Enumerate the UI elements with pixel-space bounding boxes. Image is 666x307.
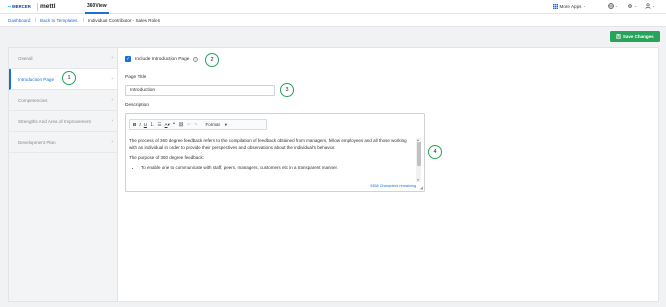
- link-icon[interactable]: ⛓: [178, 122, 184, 128]
- description-label: Description: [125, 103, 149, 108]
- text-color-icon[interactable]: A▾: [165, 122, 170, 128]
- breadcrumb-current: Individual Contributor - Sales Roles: [88, 17, 161, 23]
- sidebar-item-label: Overall: [18, 55, 33, 61]
- user-menu[interactable]: ⌄: [645, 3, 655, 9]
- top-navigation-bar: ▪▪MERCER mettl 360View More Apps ⌄ ⌄ ⌄ ⌄: [0, 0, 666, 14]
- sidebar-item-overall[interactable]: Overall ›: [9, 48, 117, 69]
- undo-icon[interactable]: ↶: [187, 122, 191, 128]
- italic-icon[interactable]: I: [139, 122, 141, 127]
- description-bullet: To enable one to communicate with staff,…: [141, 165, 415, 172]
- mettl-logo: mettl: [40, 2, 56, 10]
- save-changes-button[interactable]: Save Changes: [610, 31, 660, 42]
- chevron-right-icon: ›: [111, 76, 113, 82]
- annotation-badge-2: 2: [205, 53, 219, 67]
- sidebar-item-development-plan[interactable]: Development Plan ›: [9, 132, 117, 153]
- description-bullet-list: To enable one to communicate with staff,…: [129, 165, 415, 172]
- language-menu[interactable]: ⌄: [608, 3, 618, 9]
- sidebar-item-label: Strengths And Area of Improvement: [18, 118, 91, 124]
- chevron-right-icon: ›: [111, 55, 113, 61]
- underline-icon[interactable]: U: [144, 122, 147, 127]
- chevron-down-icon: ▾: [224, 121, 228, 127]
- editor-toolbar: B I U ⒈ ☰ A▾ ❞ ⛓ ↶ ↷ Format ▾: [126, 114, 424, 135]
- page-title-input[interactable]: Introduction: [125, 85, 275, 96]
- app-tab-360view[interactable]: 360View: [87, 3, 107, 9]
- logo-divider: [37, 3, 38, 11]
- annotation-badge-4: 4: [428, 145, 442, 159]
- globe-icon: [608, 3, 614, 9]
- editor-toolbar-group: B I U ⒈ ☰ A▾ ❞ ⛓ ↶ ↷ Format ▾: [129, 119, 267, 130]
- breadcrumb-separator: |: [35, 17, 37, 23]
- redo-icon[interactable]: ↷: [194, 122, 198, 128]
- sidebar-item-label: Competencies: [18, 97, 48, 103]
- save-icon: [616, 34, 622, 39]
- more-apps-label: More Apps: [559, 3, 582, 9]
- sidebar-item-label: Introduction Page: [18, 76, 55, 82]
- format-dropdown-label: Format: [205, 121, 220, 127]
- chevron-down-icon: ⌄: [615, 4, 619, 8]
- description-rich-text-editor[interactable]: B I U ⒈ ☰ A▾ ❞ ⛓ ↶ ↷ Format ▾ The proces…: [125, 113, 425, 192]
- help-icon[interactable]: ?: [193, 57, 198, 62]
- sidebar-item-label: Development Plan: [18, 139, 56, 145]
- chevron-down-icon: ⌄: [652, 4, 656, 8]
- chevron-down-icon: ⌄: [634, 4, 638, 8]
- breadcrumb-dashboard[interactable]: Dashboard: [8, 18, 30, 23]
- bold-icon[interactable]: B: [133, 122, 136, 127]
- sidebar-item-strengths[interactable]: Strengths And Area of Improvement ›: [9, 111, 117, 132]
- save-button-label: Save Changes: [622, 34, 654, 39]
- scrollbar-thumb[interactable]: [416, 142, 421, 166]
- chevron-down-icon: ⌄: [582, 4, 586, 8]
- page-title-label: Page Title: [125, 75, 147, 80]
- include-intro-checkbox[interactable]: ✓: [125, 56, 131, 62]
- breadcrumb-separator: |: [83, 17, 85, 23]
- include-intro-label: Include Introduction Page: [135, 56, 190, 62]
- description-paragraph: The purpose of 360 degree feedback:: [129, 154, 205, 160]
- settings-menu[interactable]: ⌄: [627, 3, 637, 9]
- scroll-down-icon[interactable]: ▼: [417, 178, 420, 182]
- editor-content[interactable]: The process of 360 degree feedback refer…: [129, 138, 415, 182]
- editor-scrollbar[interactable]: ▲ ▼: [416, 138, 421, 182]
- chevron-right-icon: ›: [111, 139, 113, 145]
- user-icon: [645, 3, 651, 9]
- page-title-value: Introduction: [130, 88, 156, 93]
- breadcrumb: Dashboard | Back to Templates | Individu…: [0, 14, 666, 27]
- chevron-right-icon: ›: [111, 118, 113, 124]
- bullet-list-icon[interactable]: ☰: [158, 122, 162, 128]
- resize-handle-icon[interactable]: ◢: [420, 185, 423, 190]
- blockquote-icon[interactable]: ❞: [173, 122, 175, 128]
- settings-icon: [627, 3, 633, 9]
- annotation-badge-3: 3: [280, 83, 294, 97]
- breadcrumb-back-to-templates[interactable]: Back to Templates: [40, 18, 77, 23]
- mercer-logo: ▪▪MERCER: [8, 4, 31, 9]
- apps-grid-icon: [553, 3, 558, 9]
- format-dropdown[interactable]: Format ▾: [206, 122, 228, 128]
- chevron-right-icon: ›: [111, 97, 113, 103]
- annotation-badge-1: 1: [62, 71, 76, 85]
- numbered-list-icon[interactable]: ⒈: [150, 122, 155, 128]
- sidebar-item-competencies[interactable]: Competencies ›: [9, 90, 117, 111]
- sidebar: Overall › Introduction Page › Competenci…: [9, 48, 118, 301]
- characters-remaining: 9358 Characters remaining: [370, 184, 416, 188]
- more-apps-menu[interactable]: More Apps ⌄: [553, 3, 586, 9]
- description-paragraph: The process of 360 degree feedback refer…: [129, 138, 407, 150]
